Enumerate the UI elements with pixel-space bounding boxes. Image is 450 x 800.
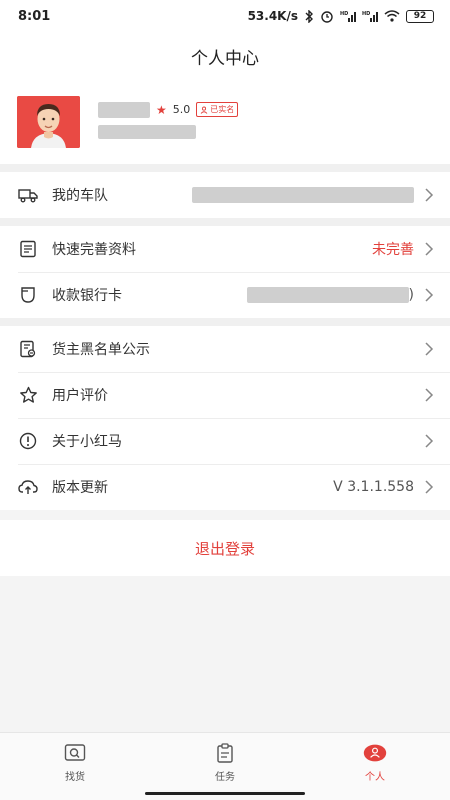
menu-item-label: 货主黑名单公示 bbox=[52, 342, 150, 358]
fleet-name-redacted bbox=[192, 187, 414, 203]
version-value: V 3.1.1.558 bbox=[333, 479, 414, 495]
logout-label: 退出登录 bbox=[194, 539, 255, 558]
menu-item-label: 我的车队 bbox=[52, 188, 108, 204]
star-icon: ★ bbox=[156, 102, 167, 117]
tab-tasks[interactable]: 任务 bbox=[150, 733, 300, 800]
chevron-right-icon bbox=[425, 188, 434, 202]
profile-card[interactable]: ★ 5.0 已实名 bbox=[0, 80, 450, 164]
menu-item-label: 用户评价 bbox=[52, 388, 108, 404]
battery-icon: 92 bbox=[406, 9, 434, 23]
chevron-right-icon bbox=[425, 242, 434, 256]
wifi-icon bbox=[384, 10, 400, 22]
bluetooth-icon bbox=[305, 9, 313, 23]
alarm-icon bbox=[321, 11, 333, 23]
chevron-right-icon bbox=[425, 434, 434, 448]
avatar[interactable] bbox=[17, 96, 80, 148]
person-icon bbox=[363, 742, 387, 764]
name-row: ★ 5.0 已实名 bbox=[98, 101, 239, 118]
user-name-redacted bbox=[98, 101, 150, 118]
section-divider bbox=[0, 164, 450, 172]
bottom-tab-bar: 找货 任务 个人 bbox=[0, 732, 450, 800]
tab-label: 找货 bbox=[65, 772, 85, 783]
avatar-illustration bbox=[17, 96, 80, 148]
status-icons: 53.4K/s HD HD 92 bbox=[248, 9, 434, 23]
tab-find-goods[interactable]: 找货 bbox=[0, 733, 150, 800]
verified-badge: 已实名 bbox=[196, 102, 239, 117]
menu-item-about[interactable]: 关于小红马 bbox=[0, 418, 450, 464]
cup-shield-icon bbox=[18, 285, 38, 305]
page-title: 个人中心 bbox=[191, 48, 259, 69]
signal-hd-icon: HD bbox=[362, 11, 378, 22]
clipboard-icon bbox=[213, 742, 237, 764]
menu-item-fleet[interactable]: 我的车队 bbox=[0, 172, 450, 218]
phone-row bbox=[98, 124, 238, 143]
star-outline-icon bbox=[18, 385, 38, 405]
logout-button[interactable]: 退出登录 bbox=[0, 520, 450, 576]
chevron-right-icon bbox=[425, 480, 434, 494]
menu-item-blacklist[interactable]: 货主黑名单公示 bbox=[0, 326, 450, 372]
truck-icon bbox=[18, 185, 38, 205]
info-circle-icon bbox=[18, 431, 38, 451]
menu-item-reviews[interactable]: 用户评价 bbox=[0, 372, 450, 418]
chevron-right-icon bbox=[425, 388, 434, 402]
svg-text:HD: HD bbox=[362, 11, 370, 17]
menu-item-version[interactable]: 版本更新 V 3.1.1.558 bbox=[0, 464, 450, 510]
menu-item-label: 快速完善资料 bbox=[52, 242, 136, 258]
home-indicator[interactable] bbox=[145, 792, 305, 795]
id-card-icon bbox=[200, 106, 208, 114]
profile-info: ★ 5.0 已实名 bbox=[98, 101, 239, 143]
cloud-upload-icon bbox=[18, 477, 38, 497]
user-rating: 5.0 bbox=[172, 103, 191, 116]
status-time: 8:01 bbox=[18, 8, 51, 24]
menu-group-account: 快速完善资料 未完善 收款银行卡 ) bbox=[0, 226, 450, 318]
menu-group-fleet: 我的车队 bbox=[0, 172, 450, 218]
chevron-right-icon bbox=[425, 342, 434, 356]
document-icon bbox=[18, 239, 38, 259]
profile-status-value: 未完善 bbox=[372, 242, 414, 258]
search-box-icon bbox=[63, 742, 87, 764]
network-speed: 53.4K/s bbox=[247, 9, 298, 23]
menu-group-misc: 货主黑名单公示 用户评价 关于小红马 版本更新 V 3.1.1.558 bbox=[0, 326, 450, 510]
tab-label: 个人 bbox=[365, 772, 385, 783]
user-phone-redacted bbox=[98, 124, 196, 139]
menu-item-label: 收款银行卡 bbox=[52, 288, 122, 304]
section-divider bbox=[0, 318, 450, 326]
chevron-right-icon bbox=[425, 288, 434, 302]
battery-level: 92 bbox=[413, 11, 427, 21]
page-title-bar: 个人中心 bbox=[0, 32, 450, 80]
menu-item-bank-card[interactable]: 收款银行卡 ) bbox=[0, 272, 450, 318]
bank-card-value-suffix: ) bbox=[408, 287, 414, 303]
verified-label: 已实名 bbox=[210, 105, 235, 114]
menu-item-label: 关于小红马 bbox=[52, 434, 122, 450]
tab-label: 任务 bbox=[215, 772, 235, 783]
menu-item-complete-profile[interactable]: 快速完善资料 未完善 bbox=[0, 226, 450, 272]
bank-card-redacted bbox=[246, 287, 409, 303]
menu-item-label: 版本更新 bbox=[52, 480, 108, 496]
status-bar: 8:01 53.4K/s HD HD 92 bbox=[0, 0, 450, 32]
section-divider bbox=[0, 218, 450, 226]
list-check-icon bbox=[18, 339, 38, 359]
tab-profile[interactable]: 个人 bbox=[300, 733, 450, 800]
svg-text:HD: HD bbox=[340, 11, 348, 17]
signal-hd-icon: HD bbox=[340, 11, 356, 22]
